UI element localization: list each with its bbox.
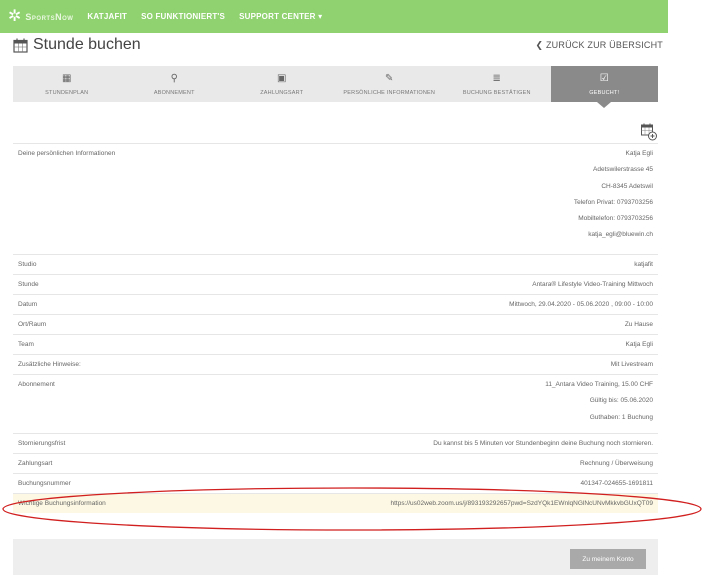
runner-icon: ✲ — [8, 7, 22, 25]
hinweise-label: Zusätzliche Hinweise: — [18, 361, 81, 368]
check-square-icon: ☑ — [599, 73, 609, 84]
map-marker-icon: ⚲ — [170, 73, 178, 84]
abo-balance: Guthaben: 1 Buchung — [589, 413, 653, 421]
studio-row: Studio katjafit — [13, 254, 658, 274]
datum-row: Datum Mittwoch, 29.04.2020 - 05.06.2020 … — [13, 294, 658, 314]
step-zahlungsart[interactable]: ▣ ZAHLUNGSART — [228, 66, 336, 102]
abo-name: 11_Antara Video Training, 15.00 CHF — [545, 381, 653, 388]
storno-row: Stornierungsfrist Du kannst bis 5 Minute… — [13, 433, 658, 453]
money-icon: ▣ — [277, 73, 287, 84]
list-icon: ≣ — [492, 73, 501, 84]
hinweise-row: Zusätzliche Hinweise: Mit Livestream — [13, 354, 658, 374]
person-phone: Telefon Privat: 0793703256 — [573, 198, 653, 206]
nav-link-katjafit[interactable]: KATJAFIT — [87, 12, 127, 21]
personal-info-row: Deine persönlichen Informationen Katja E… — [13, 143, 658, 254]
stunde-value: Antara® Lifestyle Video-Training Mittwoc… — [532, 281, 653, 288]
person-city: CH-8345 Adetswil — [601, 182, 653, 190]
studio-value: katjafit — [634, 261, 653, 268]
abonnement-row: Abonnement 11_Antara Video Training, 15.… — [13, 374, 658, 433]
stunde-row: Stunde Antara® Lifestyle Video-Training … — [13, 274, 658, 294]
step-gebucht[interactable]: ☑ GEBUCHT! — [550, 66, 658, 108]
brand-name: SportsNow — [25, 11, 74, 22]
booking-details: Deine persönlichen Informationen Katja E… — [13, 143, 658, 513]
buchungsnummer-row: Buchungsnummer 401347-024655-1691811 — [13, 473, 658, 493]
step-label: GEBUCHT! — [589, 90, 620, 96]
team-label: Team — [18, 341, 34, 348]
brand-logo[interactable]: ✲ SportsNow — [8, 7, 74, 25]
hinweise-value: Mit Livestream — [610, 361, 653, 368]
team-row: Team Katja Egli — [13, 334, 658, 354]
my-account-button[interactable]: Zu meinem Konto — [570, 549, 646, 569]
zoom-link[interactable]: https://us02web.zoom.us/j/893193292657pw… — [391, 500, 653, 507]
ort-value: Zu Hause — [624, 321, 653, 328]
nav-link-support-center[interactable]: SUPPORT CENTER ▾ — [239, 12, 322, 21]
page-title: Stunde buchen — [13, 36, 141, 54]
step-abonnement[interactable]: ⚲ ABONNEMENT — [121, 66, 229, 102]
edit-icon: ✎ — [385, 73, 394, 84]
step-persoenliche-informationen[interactable]: ✎ PERSÖNLICHE INFORMATIONEN — [336, 66, 444, 102]
calendar-icon: ▦ — [62, 73, 72, 84]
person-email: katja_egli@bluewin.ch — [588, 231, 653, 239]
personal-info-label: Deine persönlichen Informationen — [18, 150, 116, 157]
step-buchung-bestaetigen[interactable]: ≣ BUCHUNG BESTÄTIGEN — [443, 66, 551, 102]
person-mobile: Mobiltelefon: 0793703256 — [578, 215, 653, 223]
person-name: Katja Egli — [625, 150, 653, 157]
personal-info-value: Katja Egli Adetswilerstrasse 45 CH-8345 … — [574, 146, 653, 254]
zahlungsart-label: Zahlungsart — [18, 460, 53, 467]
footer-bar: Zu meinem Konto — [13, 539, 658, 575]
storno-value: Du kannst bis 5 Minuten vor Stundenbegin… — [433, 440, 653, 447]
step-label: PERSÖNLICHE INFORMATIONEN — [343, 90, 436, 96]
step-label: ZAHLUNGSART — [260, 90, 304, 96]
buchungsnummer-label: Buchungsnummer — [18, 480, 71, 487]
zahlungsart-value: Rechnung / Überweisung — [580, 460, 653, 467]
step-stundenplan[interactable]: ▦ STUNDENPLAN — [13, 66, 121, 102]
storno-label: Stornierungsfrist — [18, 440, 66, 447]
ort-label: Ort/Raum — [18, 321, 47, 328]
studio-label: Studio — [18, 261, 37, 268]
title-row: Stunde buchen ❮ ZURÜCK ZUR ÜBERSICHT — [13, 36, 663, 58]
abonnement-label: Abonnement — [18, 381, 55, 388]
datum-value: Mittwoch, 29.04.2020 - 05.06.2020 , 09:0… — [509, 301, 653, 308]
booking-steps: ▦ STUNDENPLAN ⚲ ABONNEMENT ▣ ZAHLUNGSART… — [13, 66, 658, 108]
ort-row: Ort/Raum Zu Hause — [13, 314, 658, 334]
wichtige-info-label: Wichtige Buchungsinformation — [18, 500, 106, 507]
step-label: ABONNEMENT — [153, 90, 195, 96]
zahlungsart-row: Zahlungsart Rechnung / Überweisung — [13, 453, 658, 473]
stunde-label: Stunde — [18, 281, 39, 288]
datum-label: Datum — [18, 301, 38, 308]
calendar-icon — [13, 38, 28, 53]
person-street: Adetswilerstrasse 45 — [593, 166, 653, 174]
buchungsnummer-value: 401347-024655-1691811 — [580, 480, 653, 487]
step-label: BUCHUNG BESTÄTIGEN — [462, 90, 531, 96]
nav-link-how-it-works[interactable]: SO FUNKTIONIERT'S — [141, 12, 225, 21]
team-value: Katja Egli — [625, 341, 653, 348]
step-label: STUNDENPLAN — [45, 90, 89, 96]
wichtige-info-row: Wichtige Buchungsinformation https://us0… — [13, 493, 658, 513]
add-to-calendar-icon[interactable] — [641, 123, 657, 141]
back-to-overview-link[interactable]: ❮ ZURÜCK ZUR ÜBERSICHT — [536, 40, 663, 51]
top-navbar: ✲ SportsNow KATJAFIT SO FUNKTIONIERT'S S… — [0, 0, 668, 33]
page-title-text: Stunde buchen — [33, 36, 141, 53]
abonnement-value: 11_Antara Video Training, 15.00 CHF Gült… — [545, 377, 653, 433]
abo-valid: Gültig bis: 05.06.2020 — [589, 397, 653, 405]
